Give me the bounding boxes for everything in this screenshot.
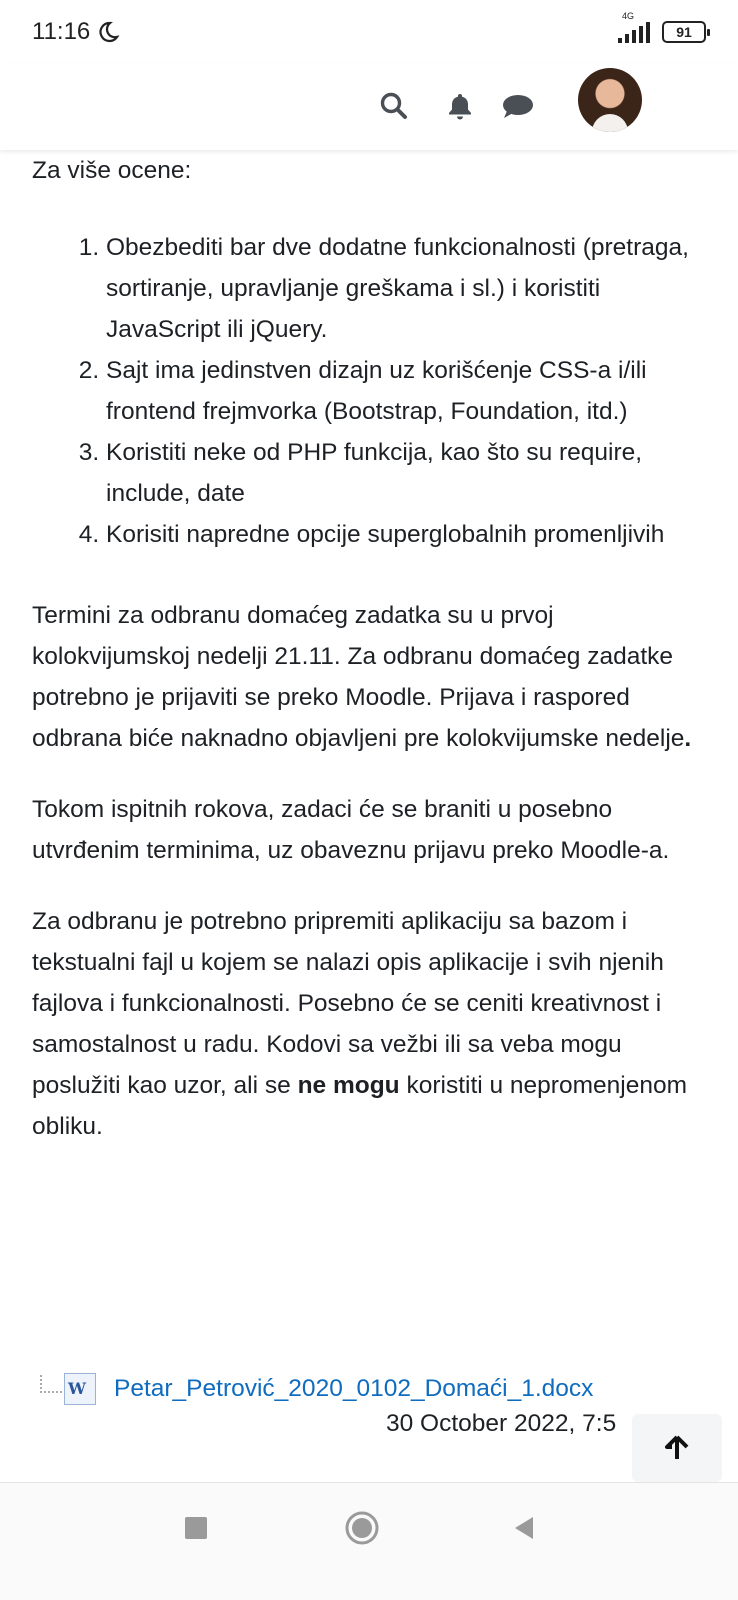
circle-icon	[345, 1511, 379, 1545]
file-attachment: W Petar_Petrović_2020_0102_Domaći_1.docx	[40, 1373, 593, 1405]
status-time: 11:16	[32, 18, 91, 45]
recent-apps-button[interactable]	[166, 1483, 226, 1573]
home-button[interactable]	[332, 1483, 392, 1573]
search-icon[interactable]	[374, 86, 414, 126]
tree-connector	[40, 1375, 62, 1393]
square-icon	[185, 1517, 207, 1539]
top-navbar	[0, 64, 738, 150]
word-icon-letter: W	[68, 1379, 86, 1398]
bold-text: ne mogu	[297, 1072, 400, 1099]
list-item: Koristiti neke od PHP funkcija, kao što …	[106, 432, 712, 514]
chat-icon[interactable]	[498, 86, 538, 126]
file-date: 30 October 2022, 7:5	[386, 1410, 617, 1437]
file-link[interactable]: Petar_Petrović_2020_0102_Domaći_1.docx	[114, 1375, 593, 1403]
word-document-icon: W	[64, 1373, 96, 1405]
back-button[interactable]	[494, 1483, 554, 1573]
list-item: Korisiti napredne opcije superglobalnih …	[106, 514, 712, 555]
paragraph-exam-periods: Tokom ispitnih rokova, zadaci će se bran…	[32, 796, 670, 864]
paragraph-defense-dates: Termini za odbranu domaćeg zadatka su u …	[32, 595, 712, 759]
system-nav-bar	[0, 1482, 738, 1600]
signal-icon: 4G	[618, 11, 650, 43]
paragraph-text: Za odbranu je potrebno pripremiti aplika…	[32, 908, 664, 1099]
main-content: Za više ocene: Obezbediti bar dve dodatn…	[32, 150, 712, 1147]
back-to-top-button[interactable]	[632, 1414, 722, 1482]
battery-level: 91	[676, 24, 692, 40]
bell-icon[interactable]	[440, 86, 480, 126]
arrow-up-icon	[665, 1435, 689, 1459]
triangle-back-icon	[515, 1517, 533, 1539]
intro-text: Za više ocene:	[32, 157, 192, 184]
status-left: 11:16	[32, 18, 120, 46]
paragraph-end: .	[684, 725, 692, 752]
moon-icon	[99, 21, 120, 43]
status-bar: 11:16 4G 91	[0, 0, 738, 64]
paragraph-preparation: Za odbranu je potrebno pripremiti aplika…	[32, 901, 712, 1147]
requirements-list: Obezbediti bar dve dodatne funkcionalnos…	[32, 227, 712, 555]
list-item: Obezbediti bar dve dodatne funkcionalnos…	[106, 227, 712, 350]
paragraph-text: Termini za odbranu domaćeg zadatka su u …	[32, 602, 685, 752]
avatar[interactable]	[578, 68, 642, 132]
battery-icon: 91	[662, 21, 710, 43]
status-right: 4G 91	[618, 11, 710, 43]
list-item: Sajt ima jedinstven dizajn uz korišćenje…	[106, 350, 712, 432]
network-label: 4G	[622, 11, 635, 21]
